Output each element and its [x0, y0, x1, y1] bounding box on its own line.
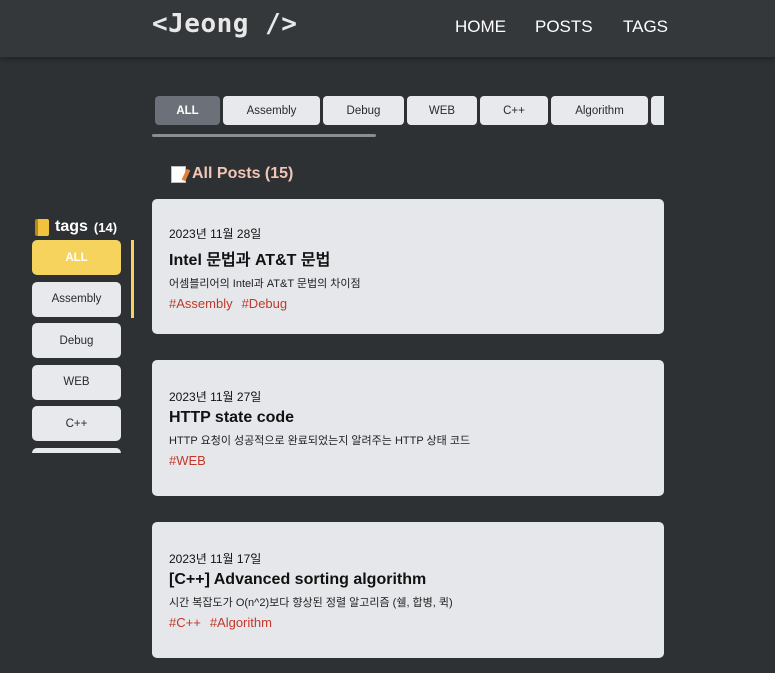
post-date: 2023년 11월 27일 — [169, 390, 262, 404]
post-card[interactable]: 2023년 11월 27일 HTTP state code HTTP 요청이 성… — [152, 360, 664, 496]
tag-filter-more[interactable] — [651, 96, 664, 125]
tag-filter-bar[interactable]: ALL Assembly Debug WEB C++ Algorithm — [152, 96, 664, 126]
sidebar-item-more[interactable] — [32, 447, 121, 453]
tag-filter-all[interactable]: ALL — [155, 96, 220, 125]
tag-sidebar: ALL Assembly Debug WEB C++ — [32, 240, 122, 453]
nav-tags-link[interactable]: TAGS — [623, 17, 668, 37]
post-description: 시간 복잡도가 O(n^2)보다 향상된 정렬 알고리즘 (쉘, 합병, 퀵) — [169, 597, 453, 609]
site-logo[interactable]: <Jeong /> — [152, 9, 297, 39]
post-card[interactable]: 2023년 11월 28일 Intel 문법과 AT&T 문법 어셈블리어의 I… — [152, 199, 664, 334]
post-title[interactable]: HTTP state code — [169, 409, 664, 427]
post-title[interactable]: Intel 문법과 AT&T 문법 — [169, 246, 664, 270]
sidebar-item-debug[interactable]: Debug — [32, 323, 121, 358]
sidebar-title: tags — [55, 218, 88, 235]
posts-heading: All Posts (15) — [171, 165, 293, 183]
posts-heading-text: All Posts (15) — [192, 165, 294, 182]
tag-filter-web[interactable]: WEB — [407, 96, 477, 125]
post-date: 2023년 11월 17일 — [169, 552, 262, 566]
post-title[interactable]: [C++] Advanced sorting algorithm — [169, 571, 664, 589]
post-tag-link[interactable]: #Debug — [242, 296, 288, 311]
tag-filter-cpp[interactable]: C++ — [480, 96, 548, 125]
memo-icon — [171, 165, 186, 183]
post-card[interactable]: 2023년 11월 17일 [C++] Advanced sorting alg… — [152, 522, 664, 658]
post-tag-link[interactable]: #Assembly — [169, 296, 233, 311]
tag-filter-algorithm[interactable]: Algorithm — [551, 96, 648, 125]
sidebar-scrollbar[interactable] — [131, 240, 134, 318]
tag-filter-debug[interactable]: Debug — [323, 96, 404, 125]
tag-filter-scrollbar[interactable] — [152, 134, 376, 137]
sidebar-item-all[interactable]: ALL — [32, 240, 121, 275]
post-tag-link[interactable]: #C++ — [169, 615, 201, 630]
nav-home-link[interactable]: HOME — [455, 17, 506, 37]
post-tags: #C++ #Algorithm — [169, 615, 664, 630]
post-tags: #WEB — [169, 453, 664, 468]
sidebar-item-assembly[interactable]: Assembly — [32, 281, 121, 317]
site-header: <Jeong /> HOME POSTS TAGS — [0, 0, 775, 57]
notebook-icon — [35, 218, 49, 236]
tag-filter-assembly[interactable]: Assembly — [223, 96, 320, 125]
sidebar-count: (14) — [93, 219, 118, 235]
post-tags: #Assembly #Debug — [169, 296, 664, 311]
post-description: 어셈블리어의 Intel과 AT&T 문법의 차이점 — [169, 278, 361, 290]
post-date: 2023년 11월 28일 — [169, 227, 262, 241]
sidebar-item-cpp[interactable]: C++ — [32, 406, 121, 441]
sidebar-heading: tags (14) — [35, 218, 117, 236]
nav-posts-link[interactable]: POSTS — [535, 17, 593, 37]
post-tag-link[interactable]: #WEB — [169, 453, 206, 468]
post-description: HTTP 요청이 성공적으로 완료되었는지 알려주는 HTTP 상태 코드 — [169, 435, 471, 447]
post-tag-link[interactable]: #Algorithm — [210, 615, 272, 630]
sidebar-item-web[interactable]: WEB — [32, 364, 121, 400]
